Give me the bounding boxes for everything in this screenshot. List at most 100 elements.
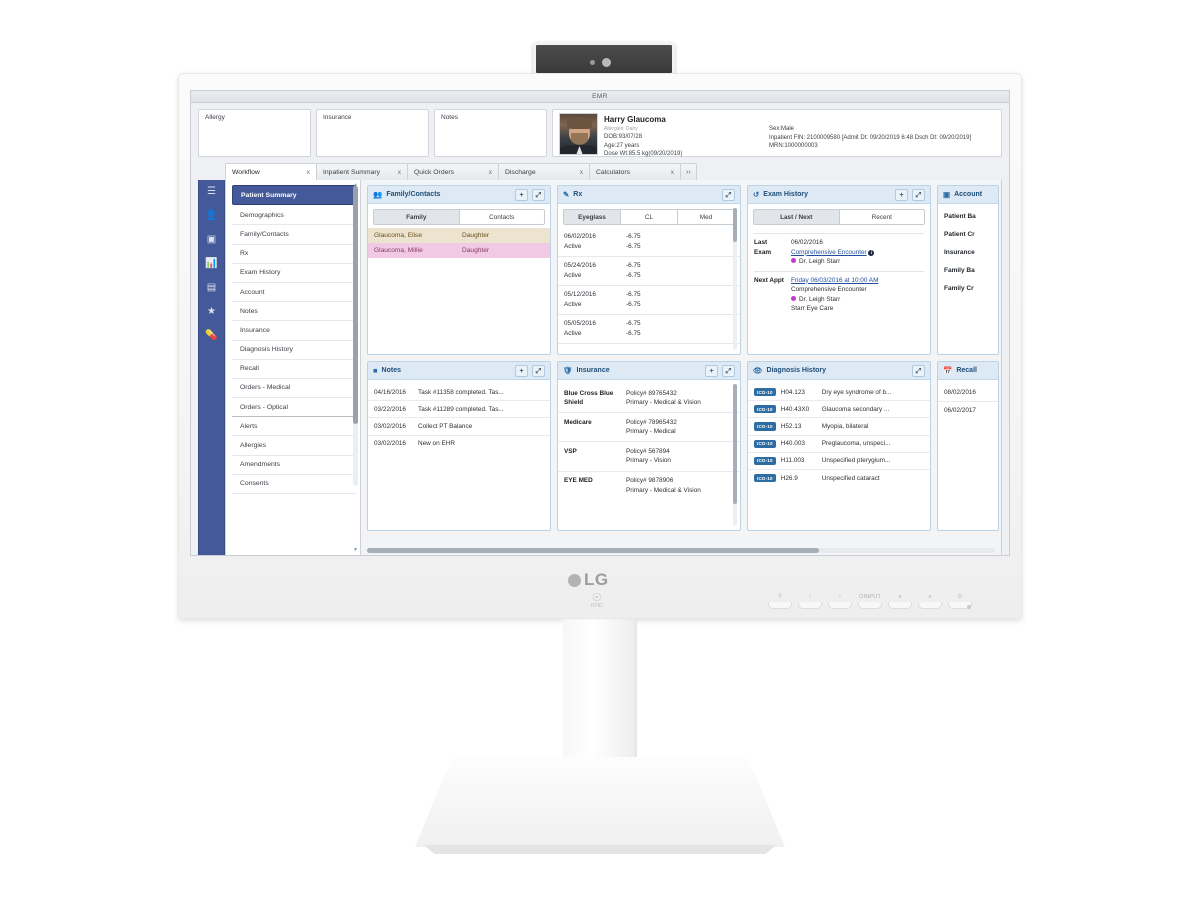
menu-icon[interactable]: ☰	[207, 187, 216, 197]
insurance-row[interactable]: EYE MED Policy# 9878906 Primary - Medica…	[558, 472, 740, 500]
dashboard-horizontal-scrollbar[interactable]	[367, 548, 995, 553]
tab-quick-orders-close-icon[interactable]: x	[489, 169, 492, 176]
sidebar-item-orders-optical[interactable]: Orders - Optical	[232, 398, 356, 418]
sidebar-item-amendments[interactable]: Amendments	[232, 456, 356, 475]
sidebar-item-insurance[interactable]: Insurance	[232, 321, 356, 341]
tab-family[interactable]: Family	[373, 209, 460, 225]
sidebar-item-consents[interactable]: Consents	[232, 475, 356, 494]
osd-prev-icon: ‹	[808, 594, 812, 600]
tab-last-next[interactable]: Last / Next	[753, 209, 840, 225]
insurance-row[interactable]: Blue Cross Blue Shield Policy# 89765432 …	[558, 384, 740, 414]
rx-od: -6.75	[626, 262, 641, 269]
note-row[interactable]: 04/16/2016 Task #11358 completed. Tas...	[368, 384, 550, 402]
rx-row[interactable]: 05/12/2016 Active -6.75 -6.75	[558, 286, 740, 315]
osd-next-icon: ›	[838, 594, 842, 600]
tab-med[interactable]: Med	[677, 209, 735, 225]
note-row[interactable]: 03/02/2016 Collect PT Balance	[368, 418, 550, 436]
document-icon[interactable]: ▤	[207, 283, 216, 293]
family-row[interactable]: Glaucoma, Millie Daughter	[368, 243, 550, 258]
sidebar-item-exam-history[interactable]: Exam History	[232, 264, 356, 283]
tab-discharge-close-icon[interactable]: x	[580, 169, 583, 176]
tab-cl[interactable]: CL	[620, 209, 678, 225]
note-row[interactable]: 03/02/2016 New on EHR	[368, 436, 550, 452]
account-item-family-credit[interactable]: Family Cr	[938, 279, 998, 297]
sidebar-item-recall[interactable]: Recall	[232, 360, 356, 379]
notes-card[interactable]: Notes	[434, 109, 547, 157]
insurance-row[interactable]: Medicare Policy# 78965432 Primary - Medi…	[558, 413, 740, 443]
family-row[interactable]: Glaucoma, Elise Daughter	[368, 228, 550, 243]
tab-calculators[interactable]: Calculators x	[589, 163, 681, 180]
diagnosis-row[interactable]: ICD-10 H52.13 Myopia, bilateral	[748, 418, 930, 436]
sidebar-item-allergies[interactable]: Allergies	[232, 436, 356, 456]
pill-icon[interactable]: 💊	[205, 331, 217, 341]
rx-row[interactable]: 06/02/2016 Active -6.75 -6.75	[558, 228, 740, 257]
osd-input-button[interactable]: ⏻INPUT	[858, 594, 882, 609]
diagnosis-row[interactable]: ICD-10 H40.43X0 Glaucoma secondary ...	[748, 401, 930, 419]
rx-scrollbar[interactable]	[733, 208, 737, 350]
tab-inpatient-summary[interactable]: Inpatient Summary x	[316, 163, 408, 180]
patient-icon[interactable]: 👤	[205, 211, 217, 221]
sidebar-item-orders-medical[interactable]: Orders - Medical	[232, 379, 356, 399]
account-item-insurance[interactable]: Insurance	[938, 244, 998, 262]
recall-row[interactable]: 08/02/2016	[938, 384, 998, 402]
patient-demographics-card[interactable]: Harry Glaucoma Allergies: Dairy DOB:93/0…	[552, 109, 1002, 157]
tab-eyeglass[interactable]: Eyeglass	[563, 209, 621, 225]
tab-overflow-icon[interactable]: ››	[680, 163, 697, 180]
diagnosis-row[interactable]: ICD-10 H11.003 Unspecified pterygium...	[748, 453, 930, 470]
sidebar-item-family-contacts[interactable]: Family/Contacts	[232, 225, 356, 245]
sidebar-item-diagnosis-history[interactable]: Diagnosis History	[232, 341, 356, 360]
next-appt-datetime-link[interactable]: Friday 06/03/2016 at 10:00 AM	[791, 276, 924, 286]
account-item-patient-balance[interactable]: Patient Ba	[938, 208, 998, 226]
chart-icon[interactable]: 📊	[205, 259, 217, 269]
tab-discharge[interactable]: Discharge x	[498, 163, 590, 180]
diagnosis-history-expand-button[interactable]: ⤢	[912, 364, 925, 377]
star-icon[interactable]: ★	[207, 307, 216, 317]
osd-menu-button[interactable]: ⠿	[768, 594, 792, 609]
account-item-patient-credit[interactable]: Patient Cr	[938, 226, 998, 244]
recall-row[interactable]: 06/02/2017	[938, 402, 998, 419]
workflow-scroll-down-icon[interactable]: ▼	[353, 547, 358, 553]
tab-calculators-close-icon[interactable]: x	[671, 169, 674, 176]
insurance-card[interactable]: Insurance	[316, 109, 429, 157]
sidebar-item-notes[interactable]: Notes	[232, 302, 356, 322]
sidebar-item-patient-summary[interactable]: Patient Summary	[232, 185, 356, 206]
tab-contacts[interactable]: Contacts	[458, 209, 545, 225]
last-exam-type-link[interactable]: Comprehensive Encounter	[791, 249, 867, 256]
diagnosis-row[interactable]: ICD-10 H04.123 Dry eye syndrome of b...	[748, 384, 930, 402]
tab-recent[interactable]: Recent	[838, 209, 925, 225]
note-row[interactable]: 03/22/2016 Task #11289 completed. Tas...	[368, 401, 550, 419]
insurance-row[interactable]: VSP Policy# 567894 Primary - Vision	[558, 442, 740, 472]
tab-quick-orders[interactable]: Quick Orders x	[407, 163, 499, 180]
rx-expand-button[interactable]: ⤢	[722, 188, 735, 201]
exam-history-expand-button[interactable]: ⤢	[912, 188, 925, 201]
osd-next-button[interactable]: ›	[828, 594, 852, 609]
diagnosis-row[interactable]: ICD-10 H40.003 Preglaucoma, unspeci...	[748, 436, 930, 453]
workflow-scrollbar[interactable]	[353, 186, 358, 486]
rx-row[interactable]: 05/24/2016 Active -6.75 -6.75	[558, 257, 740, 286]
exam-history-add-button[interactable]: +	[895, 188, 908, 201]
diagnosis-row[interactable]: ICD-10 H26.9 Unspecified cataract	[748, 470, 930, 486]
osd-up-button[interactable]: ∧	[918, 594, 942, 609]
sidebar-item-account[interactable]: Account	[232, 283, 356, 303]
account-item-family-balance[interactable]: Family Ba	[938, 261, 998, 279]
insurance-scrollbar[interactable]	[733, 384, 737, 526]
insurance-add-button[interactable]: +	[705, 364, 718, 377]
sidebar-item-demographics[interactable]: Demographics	[232, 206, 356, 226]
tab-inpatient-summary-close-icon[interactable]: x	[398, 169, 401, 176]
allergy-card[interactable]: Allergy	[198, 109, 311, 157]
osd-prev-button[interactable]: ‹	[798, 594, 822, 609]
family-contacts-expand-button[interactable]: ⤢	[532, 188, 545, 201]
tab-workflow[interactable]: Workflow x	[225, 163, 317, 180]
osd-down-button[interactable]: ∨	[888, 594, 912, 609]
notes-add-button[interactable]: +	[515, 364, 528, 377]
insurance-expand-button[interactable]: ⤢	[722, 364, 735, 377]
card-icon[interactable]: ▣	[207, 235, 216, 245]
note-date: 03/02/2016	[374, 440, 406, 448]
sidebar-item-alerts[interactable]: Alerts	[232, 417, 356, 437]
rx-row[interactable]: 05/05/2016 Active -6.75 -6.75	[558, 315, 740, 344]
sidebar-item-rx[interactable]: Rx	[232, 245, 356, 264]
info-icon[interactable]: i	[868, 249, 875, 256]
family-contacts-add-button[interactable]: +	[515, 188, 528, 201]
notes-expand-button[interactable]: ⤢	[532, 364, 545, 377]
tab-workflow-close-icon[interactable]: x	[307, 169, 310, 176]
